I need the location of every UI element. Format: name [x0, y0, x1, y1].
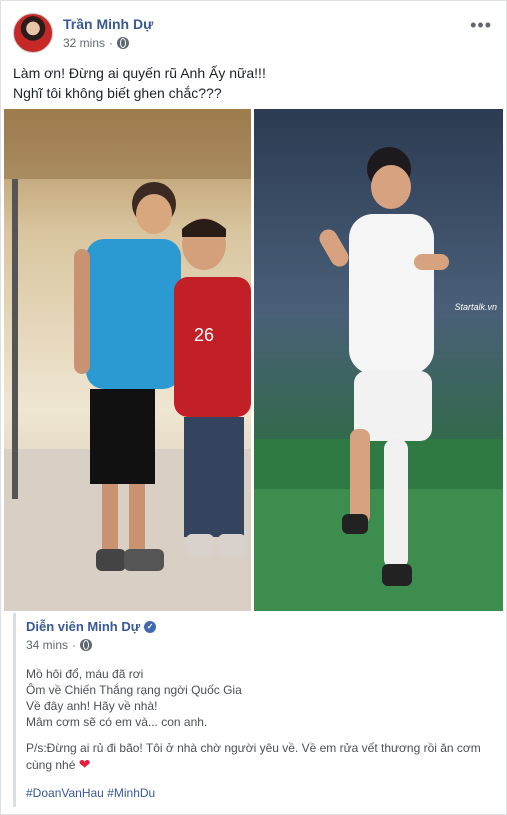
poem-line: Mồ hôi đổ, máu đã rơi: [26, 667, 144, 681]
shared-meta: 34 mins ·: [26, 638, 496, 652]
author-name[interactable]: Trần Minh Dự: [63, 16, 153, 32]
photo-right-illustration: [254, 147, 503, 611]
dot-separator: ·: [72, 638, 77, 652]
jersey-number: 26: [194, 325, 214, 345]
post-header: Trần Minh Dự 32 mins ·: [13, 13, 153, 53]
more-options-icon[interactable]: •••: [470, 15, 492, 36]
globe-icon[interactable]: [117, 37, 130, 49]
photo-left-illustration: 26: [4, 109, 251, 611]
shared-author-name[interactable]: Diễn viên Minh Dự: [26, 619, 140, 634]
post-text-line: Làm ơn! Đừng ai quyến rũ Anh Ấy nữa!!!: [13, 65, 266, 81]
photo-grid: 26 Startalk.vn: [1, 109, 506, 611]
shared-author[interactable]: Diễn viên Minh Dự ✓: [26, 619, 496, 634]
hashtag-link[interactable]: #DoanVanHau: [26, 786, 104, 800]
photo-right[interactable]: Startalk.vn: [254, 109, 503, 611]
post-text-line: Nghĩ tôi không biết ghen chắc???: [13, 85, 222, 101]
post-time[interactable]: 32 mins: [63, 36, 105, 50]
poem-line: Về đây anh! Hãy về nhà!: [26, 699, 158, 713]
shared-post: Diễn viên Minh Dự ✓ 34 mins · Mồ hôi đổ,…: [13, 613, 496, 807]
hashtag-link[interactable]: #MinhDu: [107, 786, 155, 800]
heart-icon: ❤: [78, 756, 91, 772]
verified-badge-icon: ✓: [144, 620, 157, 633]
globe-icon[interactable]: [80, 639, 93, 651]
poem-line: Mâm cơm sẽ có em và... con anh.: [26, 715, 208, 729]
post-text: Làm ơn! Đừng ai quyến rũ Anh Ấy nữa!!! N…: [13, 63, 266, 103]
poem-line: Ôm về Chiến Thắng rạng ngời Quốc Gia: [26, 683, 242, 697]
post-card: Trần Minh Dự 32 mins · ••• Làm ơn! Đừng …: [0, 0, 507, 815]
post-meta: 32 mins ·: [63, 36, 153, 50]
dot-separator: ·: [109, 36, 114, 50]
photo-watermark: Startalk.vn: [454, 302, 497, 312]
ps-line: P/s:Đừng ai rủ đi bão! Tôi ở nhà chờ ngư…: [26, 740, 496, 773]
shared-body: Mồ hôi đổ, máu đã rơi Ôm về Chiến Thắng …: [26, 666, 496, 801]
hashtags: #DoanVanHau #MinhDu: [26, 785, 496, 801]
photo-left[interactable]: 26: [4, 109, 251, 611]
avatar[interactable]: [13, 13, 53, 53]
ps-text: P/s:Đừng ai rủ đi bão! Tôi ở nhà chờ ngư…: [26, 741, 481, 772]
shared-time[interactable]: 34 mins: [26, 638, 68, 652]
